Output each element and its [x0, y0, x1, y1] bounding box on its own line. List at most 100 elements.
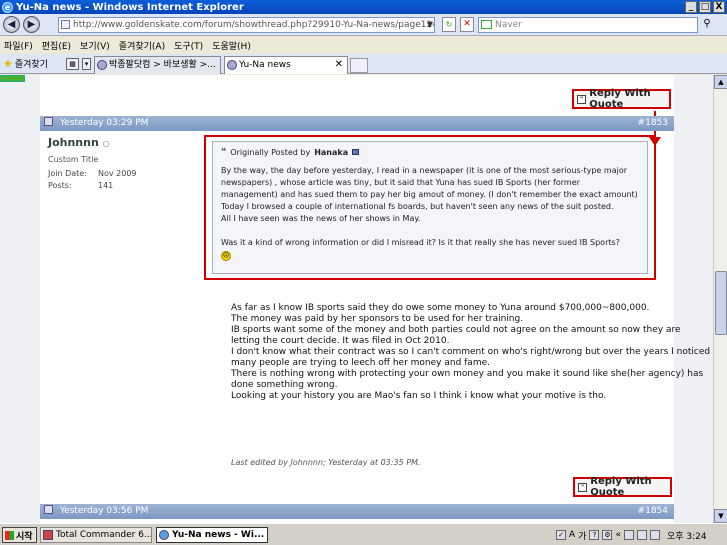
start-label: 시작 — [16, 531, 33, 542]
help-icon[interactable]: ? — [589, 530, 600, 540]
page-icon — [61, 20, 70, 29]
tab-bar: ★ 즐겨찾기 ▦ ▾ 박종팔닷컴 > 바보생활 >... Yu-Na news … — [0, 54, 727, 74]
tab-label: 박종팔닷컴 > 바보생활 >... — [109, 60, 216, 70]
close-tab-icon[interactable]: ✕ — [335, 57, 343, 73]
post-line: There is nothing wrong with protecting y… — [231, 369, 704, 390]
refresh-button[interactable]: ↻ — [442, 17, 456, 32]
join-date-value: Nov 2009 — [98, 169, 137, 178]
window-title: Yu-Na news - Windows Internet Explorer — [16, 1, 244, 13]
quote-line — [221, 225, 639, 237]
search-icon[interactable]: ⚲ — [700, 17, 714, 32]
system-tray: ✓ A 가 ? ⚙ « 오후 3:24 — [556, 527, 726, 543]
online-status-icon: ○ — [102, 139, 110, 148]
security-icon[interactable] — [649, 530, 660, 540]
taskbar-item-total-commander[interactable]: Total Commander 6.... — [40, 527, 152, 543]
join-date: Join Date: Nov 2009 — [48, 169, 137, 178]
page-content: " Reply With Quote Yesterday 03:29 PM #1… — [0, 75, 713, 523]
menu-tools[interactable]: 도구(T) — [174, 39, 203, 52]
post-line: IB sports want some of the money and bot… — [231, 325, 681, 346]
menu-edit[interactable]: 편집(E) — [42, 39, 71, 52]
start-button[interactable]: 시작 — [2, 527, 37, 543]
post-area: " Reply With Quote Yesterday 03:29 PM #1… — [40, 75, 710, 523]
window-controls: _ □ X — [685, 1, 725, 13]
quote-icon: " — [578, 482, 588, 492]
post-icon — [44, 505, 53, 514]
scroll-up-icon[interactable]: ▲ — [714, 75, 727, 89]
new-tab-button[interactable] — [350, 58, 368, 73]
search-placeholder: Naver — [495, 20, 522, 30]
vertical-scrollbar[interactable]: ▲ ▼ — [713, 75, 727, 523]
navigation-bar: ◀ ▶ http://www.goldenskate.com/forum/sho… — [0, 14, 727, 36]
ie-page-icon — [97, 60, 107, 70]
menu-help[interactable]: 도움말(H) — [212, 39, 251, 52]
quote-mark-icon: ❝ — [221, 147, 227, 157]
side-widget — [0, 75, 25, 82]
search-provider-icon — [481, 20, 492, 29]
ime-mode-han[interactable]: 가 — [578, 529, 586, 542]
tab-bakjongpal[interactable]: 박종팔닷컴 > 바보생활 >... — [94, 56, 221, 74]
address-text: http://www.goldenskate.com/forum/showthr… — [73, 20, 435, 30]
volume-icon[interactable] — [636, 530, 647, 540]
view-post-icon[interactable] — [352, 149, 360, 155]
tray-expand-icon[interactable]: « — [615, 530, 621, 540]
star-icon: ★ — [3, 57, 13, 70]
close-button[interactable]: X — [713, 1, 725, 13]
quote-header: ❝ Originally Posted by Hanaka — [221, 147, 639, 157]
address-bar[interactable]: http://www.goldenskate.com/forum/showthr… — [58, 17, 435, 33]
menu-file[interactable]: 파일(F) — [4, 39, 33, 52]
reply-with-quote-button[interactable]: " Reply With Quote — [572, 88, 671, 110]
search-input[interactable]: Naver — [478, 17, 698, 33]
post-line: I don't know what their contract was so … — [231, 347, 711, 368]
menu-view[interactable]: 보기(V) — [80, 39, 110, 52]
post-header: Yesterday 03:56 PM #1854 — [40, 504, 674, 519]
frown-smiley-icon: ☹ — [221, 251, 231, 261]
quote-line: All I have seen was the news of her show… — [221, 214, 421, 223]
menu-bar: 파일(F) 편집(E) 보기(V) 즐겨찾기(A) 도구(T) 도움말(H) — [0, 37, 727, 53]
ime-mode-a[interactable]: A — [569, 530, 575, 540]
stop-button[interactable]: ✕ — [460, 17, 474, 32]
task-label: Yu-Na news - Wi... — [172, 530, 265, 540]
maximize-button[interactable]: □ — [699, 1, 711, 13]
post-line: As far as I know IB sports said they do … — [231, 303, 650, 313]
post-icon — [44, 117, 53, 126]
taskbar: 시작 Total Commander 6.... Yu-Na news - Wi… — [0, 523, 727, 545]
ie-icon — [159, 530, 169, 540]
post-number[interactable]: #1853 — [638, 116, 668, 131]
title-bar: e Yu-Na news - Windows Internet Explorer… — [0, 0, 727, 14]
post-count: Posts: 141 — [48, 181, 113, 190]
app-icon — [43, 530, 53, 540]
back-button[interactable]: ◀ — [3, 16, 20, 33]
ie-page-icon — [227, 60, 237, 70]
clock[interactable]: 오후 3:24 — [667, 529, 707, 542]
ie-icon: e — [2, 1, 13, 13]
join-date-label: Join Date: — [48, 169, 87, 178]
quote-icon: " — [577, 94, 587, 104]
taskbar-item-yuna-news[interactable]: Yu-Na news - Wi... — [156, 527, 268, 543]
tab-list-icon[interactable]: ▾ — [82, 58, 91, 70]
reply-with-quote-button[interactable]: " Reply With Quote — [573, 476, 672, 498]
windows-logo-icon — [5, 530, 14, 540]
settings-icon[interactable]: ⚙ — [602, 530, 613, 540]
custom-title: Custom Title — [48, 155, 99, 164]
menu-favorites[interactable]: 즐겨찾기(A) — [119, 39, 165, 52]
post-timestamp: Yesterday 03:29 PM — [59, 118, 149, 128]
task-label: Total Commander 6.... — [56, 530, 152, 540]
post-timestamp: Yesterday 03:56 PM — [59, 506, 149, 516]
post-line: The money was paid by her sponsors to be… — [231, 314, 524, 324]
quick-tabs-icon[interactable]: ▦ — [66, 58, 79, 70]
post-number[interactable]: #1854 — [638, 504, 668, 519]
post-count-value: 141 — [98, 181, 114, 190]
reply-with-quote-label: Reply With Quote — [589, 88, 651, 110]
tab-yuna-news[interactable]: Yu-Na news ✕ — [224, 56, 348, 74]
address-dropdown-icon[interactable]: ▼ — [425, 18, 435, 32]
minimize-button[interactable]: _ — [685, 1, 697, 13]
scroll-thumb[interactable] — [715, 271, 727, 335]
favorites-button[interactable]: ★ 즐겨찾기 — [3, 57, 48, 70]
quote-line: Today I browsed a couple of internationa… — [221, 202, 614, 211]
scroll-down-icon[interactable]: ▼ — [714, 509, 727, 523]
ime-icon[interactable]: ✓ — [556, 530, 566, 540]
forward-button[interactable]: ▶ — [23, 16, 40, 33]
username[interactable]: Johnnnn ○ — [48, 136, 110, 149]
quote-line: Was it a kind of wrong information or di… — [221, 238, 620, 247]
network-icon[interactable] — [623, 530, 634, 540]
